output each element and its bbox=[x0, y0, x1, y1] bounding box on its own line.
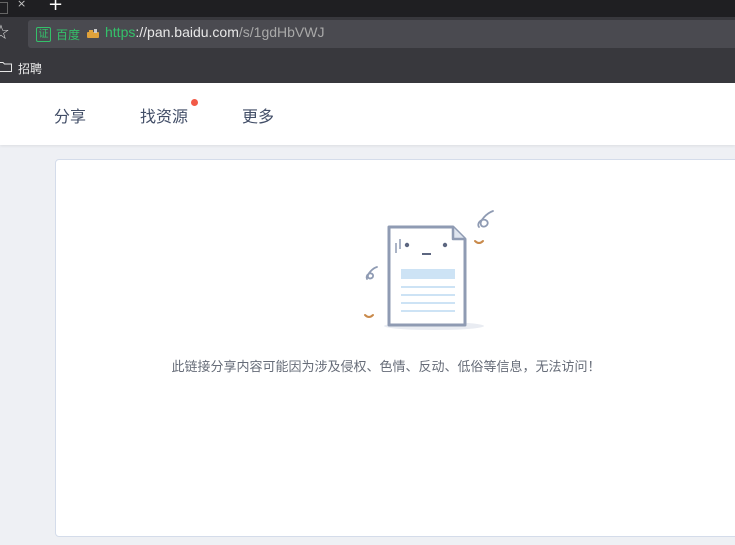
cert-issuer-label[interactable]: 百度 bbox=[56, 26, 80, 43]
new-tab-icon[interactable]: + bbox=[48, 0, 63, 15]
url-path: /s/1gdHbVWJ bbox=[238, 24, 325, 40]
nav-item-more[interactable]: 更多 bbox=[242, 103, 274, 127]
star-icon[interactable]: ☆ bbox=[0, 22, 10, 42]
restricted-message: 此链接分享内容可能因为涉及侵权、色情、反动、低俗等信息，无法访问！ bbox=[171, 360, 601, 375]
url-scheme: https bbox=[105, 24, 136, 40]
broken-file-illustration bbox=[364, 210, 494, 330]
notification-dot bbox=[191, 99, 198, 106]
browser-toolbar: ☆ 证 百度 https://pan.baidu.com/s/1gdHbVWJ bbox=[0, 17, 735, 53]
address-bar[interactable]: 证 百度 https://pan.baidu.com/s/1gdHbVWJ bbox=[28, 20, 735, 48]
content-panel: 此链接分享内容可能因为涉及侵权、色情、反动、低俗等信息，无法访问！ bbox=[55, 159, 735, 537]
tab-close-icon[interactable]: × bbox=[17, 0, 26, 10]
nav-item-find-resources[interactable]: 找资源 bbox=[140, 103, 188, 127]
bookmark-zhaopin[interactable]: 招聘 bbox=[18, 60, 42, 77]
folder-icon[interactable] bbox=[0, 62, 12, 72]
site-nav: 分享 找资源 更多 bbox=[0, 83, 735, 145]
url-host: ://pan.baidu.com bbox=[135, 24, 239, 40]
secure-icon bbox=[87, 29, 99, 38]
cert-icon[interactable]: 证 bbox=[36, 27, 51, 42]
nav-item-share[interactable]: 分享 bbox=[54, 103, 86, 127]
browser-tab-strip: × + bbox=[0, 0, 735, 17]
url-text[interactable]: https://pan.baidu.com/s/1gdHbVWJ bbox=[105, 24, 324, 40]
bookmarks-bar: 招聘 bbox=[0, 53, 735, 83]
tab-edge[interactable] bbox=[0, 2, 8, 14]
